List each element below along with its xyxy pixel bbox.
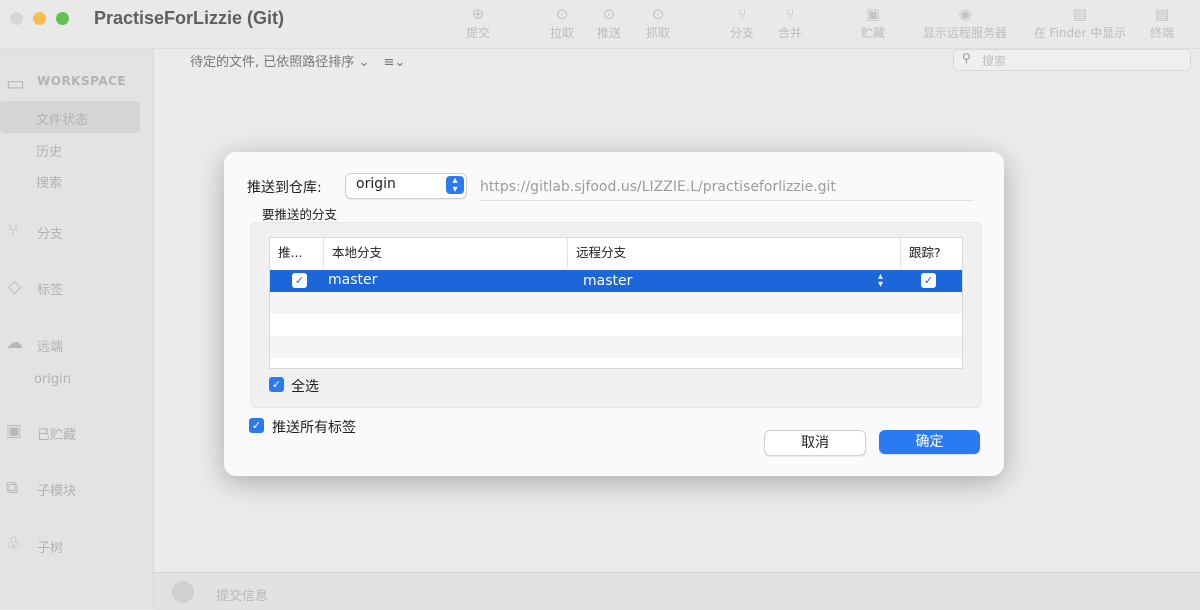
column-header-local-branch[interactable]: 本地分支 [324, 238, 568, 268]
chevron-up-down-icon: ▴ ▾ [878, 271, 884, 290]
toolbar-label: 在 Finder 中显示 [1033, 26, 1127, 40]
search-input[interactable]: ⚲ 搜索 [953, 49, 1191, 71]
sidebar-remote-origin[interactable]: origin [34, 372, 71, 387]
sidebar-section-stashes[interactable]: 已贮藏 [37, 424, 76, 443]
fetch-icon: ⊙ [651, 5, 665, 23]
branches-group: 推... 本地分支 远程分支 跟踪? ✓ master master ▴ ▾ ✓ … [250, 222, 982, 408]
select-all-checkbox[interactable]: ✓ [269, 377, 284, 392]
sidebar-item-search[interactable]: 搜索 [36, 172, 62, 191]
local-branch-cell: master [328, 272, 378, 288]
empty-row [270, 314, 962, 336]
toolbar-label: 提交 [465, 26, 490, 40]
cancel-button[interactable]: 取消 [764, 430, 866, 456]
column-header-push[interactable]: 推... [270, 238, 324, 268]
push-to-label: 推送到仓库: [247, 180, 322, 196]
toolbar-label: 拉取 [549, 26, 574, 40]
sidebar-item-history[interactable]: 历史 [36, 141, 62, 160]
minimize-window-button[interactable] [33, 12, 46, 25]
toolbar-label: 显示远程服务器 [922, 26, 1007, 40]
ok-button[interactable]: 确定 [879, 430, 980, 454]
repository-select-value: origin [356, 176, 396, 192]
branches-group-label: 要推送的分支 [262, 207, 338, 222]
remote-icon: ◉ [958, 5, 972, 23]
branches-table: 推... 本地分支 远程分支 跟踪? ✓ master master ▴ ▾ ✓ [269, 237, 963, 369]
toolbar-label: 推送 [596, 26, 621, 40]
cloud-icon: ☁ [6, 333, 23, 353]
tag-icon: ◇ [8, 277, 22, 297]
submodule-icon: ⧉ [6, 478, 19, 498]
zoom-window-button[interactable] [56, 12, 69, 25]
toolbar-label: 贮藏 [860, 26, 885, 40]
file-filter-dropdown[interactable]: 待定的文件, 已依照路径排序 ⌄ ≡⌄ [190, 51, 405, 70]
toolbar-label: 分支 [729, 26, 754, 40]
monitor-icon: ▭ [6, 71, 25, 95]
sidebar-section-subtrees[interactable]: 子树 [37, 537, 63, 556]
toolbar-show-remote-button[interactable]: ◉ 显示远程服务器 [910, 4, 1020, 41]
sidebar-section-branches[interactable]: 分支 [37, 223, 63, 242]
subtree-icon: ♧ [6, 534, 22, 554]
sidebar-section-remotes[interactable]: 远端 [37, 336, 63, 355]
toolbar-stash-button[interactable]: ▣ 贮藏 [840, 4, 906, 41]
toolbar-merge-button[interactable]: ⑂ 合并 [757, 4, 823, 41]
title-bar: PractiseForLizzie (Git) ⊕ 提交 ⊙ 拉取 ⊙ 推送 ⊙ 抓取 … [0, 0, 1200, 49]
toolbar-fetch-button[interactable]: ⊙ 抓取 [625, 4, 691, 41]
column-header-track[interactable]: 跟踪? [901, 238, 962, 268]
commit-message-placeholder: 提交信息 [216, 589, 269, 604]
file-filter-label: 待定的文件, 已依照路径排序 [190, 55, 355, 70]
workspace-heading: WORKSPACE [37, 74, 127, 88]
toolbar-show-in-finder-button[interactable]: ▤ 在 Finder 中显示 [1025, 4, 1135, 41]
commit-icon: ⊕ [471, 5, 485, 23]
sidebar: ▭ WORKSPACE 文件状态 历史 搜索 ⑂ 分支 ◇ 标签 ☁ 远端 or… [0, 49, 154, 609]
repository-select[interactable]: origin ▴ ▾ [345, 173, 467, 199]
merge-icon: ⑂ [785, 5, 795, 23]
search-icon: ⚲ [962, 51, 971, 65]
close-window-button[interactable] [10, 12, 23, 25]
empty-row [270, 292, 962, 314]
app-title: PractiseForLizzie (Git) [94, 8, 285, 28]
stash-icon: ▣ [865, 5, 881, 23]
avatar [172, 581, 194, 603]
branch-icon: ⑂ [8, 220, 19, 240]
push-all-tags-label: 推送所有标签 [272, 420, 356, 436]
sidebar-item-label: 文件状态 [36, 113, 89, 128]
select-all-label: 全选 [291, 379, 319, 395]
repository-url-field[interactable]: https://gitlab.sjfood.us/LIZZIE.L/practi… [480, 176, 974, 201]
commit-message-bar[interactable]: 提交信息 [154, 572, 1200, 610]
finder-icon: ▤ [1072, 5, 1088, 23]
stash-icon: ▣ [6, 421, 23, 441]
remote-branch-select[interactable]: master [583, 273, 632, 289]
toolbar-commit-button[interactable]: ⊕ 提交 [445, 4, 511, 41]
push-checkbox[interactable]: ✓ [292, 273, 307, 288]
empty-row [270, 336, 962, 358]
chevron-up-down-icon: ▴ ▾ [446, 176, 464, 195]
toolbar-terminal-button[interactable]: ▤ 终端 [1140, 4, 1184, 41]
track-checkbox[interactable]: ✓ [921, 273, 936, 288]
terminal-icon: ▤ [1154, 5, 1170, 23]
column-header-remote-branch[interactable]: 远程分支 [568, 238, 901, 268]
list-view-icon[interactable]: ≡⌄ [383, 55, 405, 70]
push-all-tags-checkbox[interactable]: ✓ [249, 418, 264, 433]
sidebar-section-submodules[interactable]: 子模块 [37, 480, 76, 499]
chevron-down-icon: ⌄ [358, 55, 370, 70]
toolbar-label: 终端 [1149, 26, 1174, 40]
toolbar-label: 合并 [777, 26, 802, 40]
push-dialog: 推送到仓库: origin ▴ ▾ https://gitlab.sjfood.u… [224, 152, 1004, 476]
toolbar-label: 抓取 [645, 26, 670, 40]
sidebar-item-file-status[interactable]: 文件状态 [0, 101, 140, 133]
table-row[interactable]: ✓ master master ▴ ▾ ✓ [270, 270, 962, 292]
sidebar-section-tags[interactable]: 标签 [37, 279, 63, 298]
search-placeholder: 搜索 [982, 54, 1007, 68]
